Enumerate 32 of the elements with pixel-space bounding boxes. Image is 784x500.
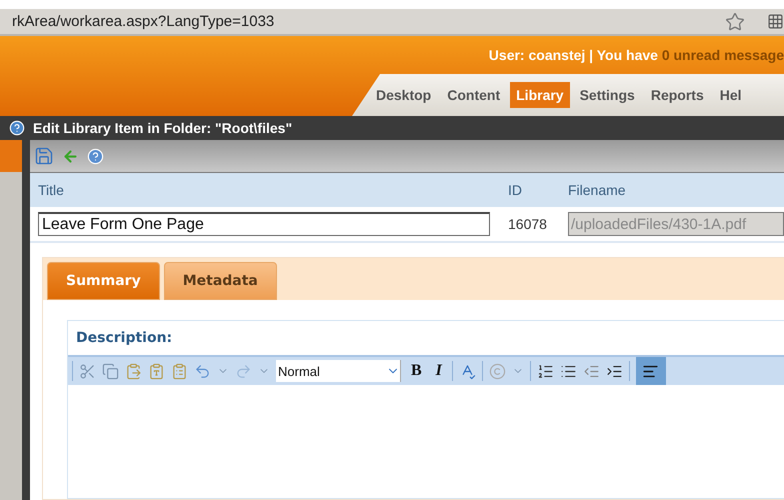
numbered-list-icon[interactable]: [536, 362, 554, 380]
dialog-title: Edit Library Item in Folder: "Root\files": [33, 120, 292, 136]
clipboard-icon[interactable]: [171, 362, 188, 380]
bookmark-star-icon[interactable]: [725, 12, 745, 32]
help-icon[interactable]: [9, 120, 25, 136]
filename-label: Filename: [568, 182, 627, 198]
format-select[interactable]: Normal: [276, 360, 401, 382]
bold-button[interactable]: B: [407, 362, 426, 380]
nav-tab[interactable]: Content: [441, 82, 506, 108]
save-icon[interactable]: [34, 146, 54, 166]
tab[interactable]: Metadata: [164, 262, 277, 300]
redo-icon[interactable]: [235, 362, 252, 380]
copy-icon[interactable]: [102, 362, 119, 380]
paste-icon[interactable]: [125, 362, 142, 380]
copyright-icon[interactable]: [488, 362, 506, 380]
title-field[interactable]: Leave Form One Page: [38, 212, 490, 236]
nav-tab[interactable]: Reports: [644, 82, 710, 108]
title-label: Title: [38, 182, 65, 198]
id-value: 16078: [508, 216, 548, 232]
paste-text-icon[interactable]: [148, 362, 165, 380]
italic-button[interactable]: I: [432, 362, 446, 380]
undo-icon[interactable]: [194, 362, 211, 380]
nav-tab[interactable]: Library: [510, 82, 570, 108]
user-message: User: coanstej | You have 0 unread message: [488, 47, 784, 63]
nav-tab[interactable]: Desktop: [370, 82, 438, 108]
grid-icon[interactable]: [767, 13, 784, 30]
description-label: Description:: [76, 330, 172, 346]
nav-tab[interactable]: Settings: [574, 82, 641, 108]
align-left-button[interactable]: [636, 357, 666, 385]
cut-icon[interactable]: [79, 362, 96, 380]
nav-tab[interactable]: Hel: [714, 82, 748, 108]
id-label: ID: [508, 182, 523, 198]
